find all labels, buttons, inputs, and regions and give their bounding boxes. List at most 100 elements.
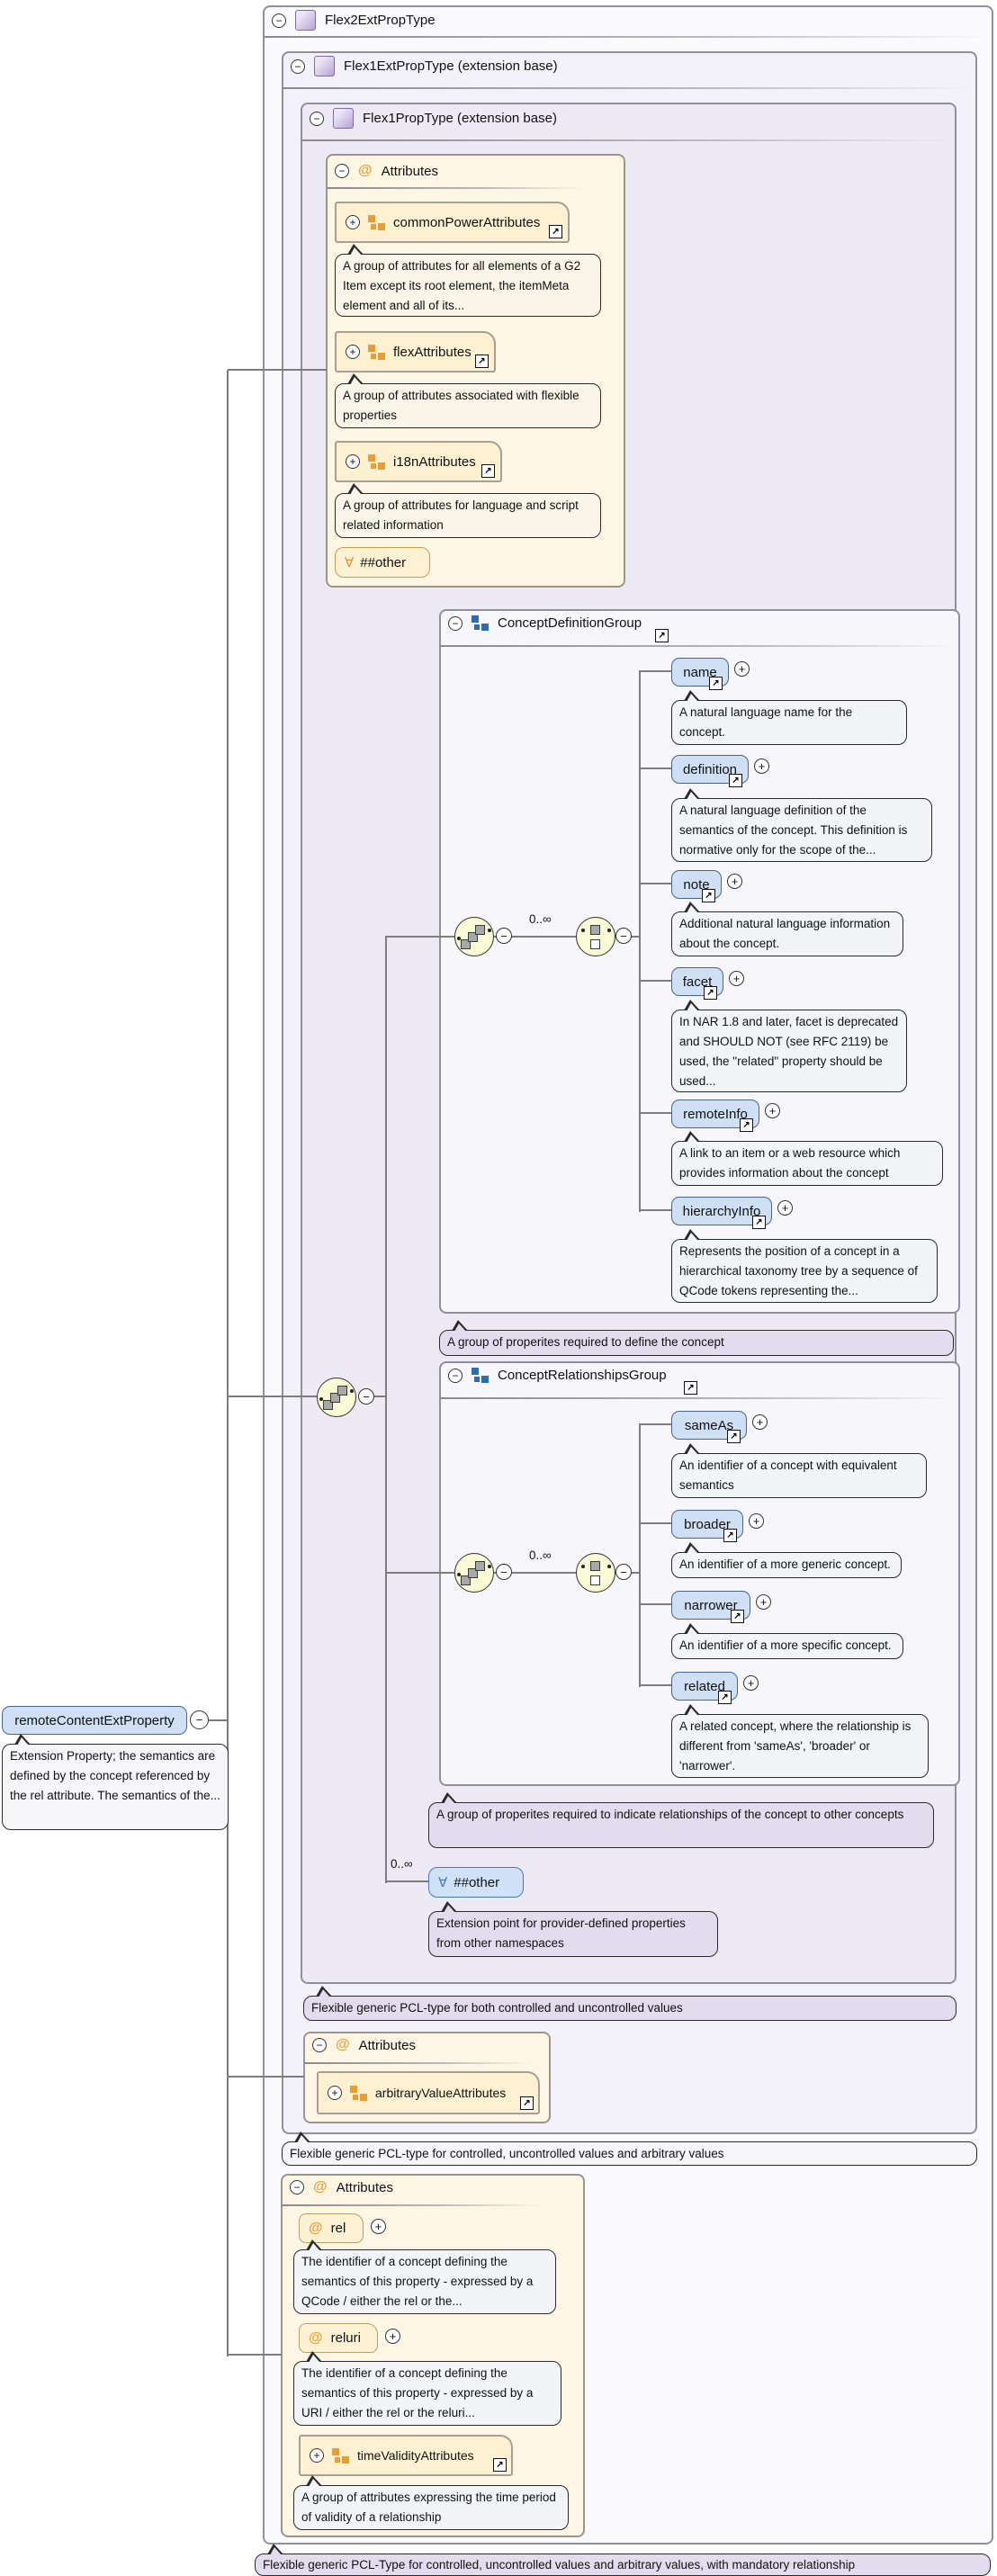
attribute-at-icon: @ <box>336 2037 350 2053</box>
annotation-callout: Extension point for provider-defined pro… <box>428 1911 718 1957</box>
open-reference-link-icon[interactable]: ↗ <box>493 2458 507 2472</box>
collapse-icon[interactable]: − <box>190 1710 209 1729</box>
open-reference-link-icon[interactable]: ↗ <box>702 889 715 902</box>
sequence-compositor-icon[interactable] <box>454 1553 494 1593</box>
open-reference-link-icon[interactable]: ↗ <box>731 1610 744 1623</box>
attribute-group-label: flexAttributes <box>393 345 472 360</box>
expand-icon[interactable]: + <box>371 2219 386 2234</box>
expand-icon[interactable]: + <box>749 1513 764 1529</box>
expand-icon[interactable]: + <box>729 971 744 986</box>
expand-icon[interactable]: + <box>310 2448 324 2463</box>
expand-icon[interactable]: + <box>734 661 750 677</box>
complextype-icon <box>314 56 335 76</box>
expand-icon[interactable]: + <box>756 1594 771 1610</box>
expand-icon[interactable]: + <box>754 758 769 774</box>
collapse-icon[interactable]: − <box>290 2180 304 2195</box>
element-label: sameAs <box>685 1418 733 1433</box>
schema-diagram-canvas: − Flex2ExtPropType − Flex1ExtPropType (e… <box>0 0 997 2576</box>
type-annotation-bar: Flexible generic PCL-type for both contr… <box>303 1996 957 2021</box>
flex1extproptype-title: Flex1ExtPropType (extension base) <box>344 58 558 74</box>
attribute-label: rel <box>331 2221 346 2236</box>
attribute-reluri[interactable]: @ reluri <box>299 2323 378 2353</box>
expand-icon[interactable]: + <box>777 1200 793 1216</box>
collapse-icon[interactable]: − <box>448 1369 463 1383</box>
element-label: narrower <box>684 1598 737 1613</box>
expand-icon[interactable]: + <box>346 215 360 229</box>
collapse-icon[interactable]: − <box>615 1564 632 1580</box>
open-reference-link-icon[interactable]: ↗ <box>655 629 669 642</box>
collapse-icon[interactable]: − <box>615 928 632 944</box>
open-reference-link-icon[interactable]: ↗ <box>709 677 723 690</box>
type-annotation-bar: Flexible generic PCL-type for controlled… <box>282 2141 977 2166</box>
connector-line <box>228 1396 318 1397</box>
attribute-wildcard-other[interactable]: ∀ ##other <box>335 547 430 578</box>
model-group-icon <box>472 615 489 631</box>
expand-icon[interactable]: + <box>346 454 360 469</box>
open-reference-link-icon[interactable]: ↗ <box>727 1430 741 1443</box>
expand-icon[interactable]: + <box>752 1414 768 1430</box>
annotation-callout: A group of attributes for language and s… <box>335 493 601 538</box>
connector-line <box>385 1880 429 1882</box>
annotation-callout: A group of attributes expressing the tim… <box>293 2485 569 2530</box>
collapse-icon[interactable]: − <box>312 2038 327 2052</box>
collapse-icon[interactable]: − <box>291 59 305 74</box>
annotation-callout: An identifier of a more generic concept. <box>671 1552 902 1578</box>
connector-line <box>639 1424 641 1687</box>
annotation-callout: A natural language definition of the sem… <box>671 798 932 862</box>
collapse-icon[interactable]: − <box>358 1388 374 1405</box>
annotation-callout: The identifier of a concept defining the… <box>293 2249 556 2314</box>
open-reference-link-icon[interactable]: ↗ <box>704 986 717 1000</box>
attribute-at-icon: @ <box>309 2221 323 2237</box>
open-reference-link-icon[interactable]: ↗ <box>475 355 489 368</box>
open-reference-link-icon[interactable]: ↗ <box>718 1691 732 1704</box>
expand-icon[interactable]: + <box>328 2086 342 2100</box>
expand-icon[interactable]: + <box>346 345 360 359</box>
expand-icon[interactable]: + <box>765 1103 780 1118</box>
open-reference-link-icon[interactable]: ↗ <box>684 1381 697 1395</box>
connector-line <box>639 980 672 982</box>
collapse-icon[interactable]: − <box>310 112 324 126</box>
choice-compositor-icon[interactable] <box>576 1553 615 1593</box>
element-remotecontentextproperty[interactable]: remoteContentExtProperty <box>2 1706 187 1735</box>
attribute-group-arbitraryvalueattributes[interactable]: + arbitraryValueAttributes ↗ <box>317 2071 540 2114</box>
element-wildcard-other[interactable]: ∀ ##other <box>428 1867 524 1898</box>
type-annotation-bar: Flexible generic PCL-Type for controlled… <box>255 2554 991 2576</box>
collapse-icon[interactable]: − <box>335 164 349 178</box>
open-reference-link-icon[interactable]: ↗ <box>549 225 562 238</box>
attribute-group-label: arbitraryValueAttributes <box>375 2086 506 2100</box>
collapse-icon[interactable]: − <box>496 928 512 944</box>
annotation-callout: A link to an item or a web resource whic… <box>671 1141 943 1186</box>
collapse-icon[interactable]: − <box>448 616 463 631</box>
open-reference-link-icon[interactable]: ↗ <box>520 2096 534 2110</box>
open-reference-link-icon[interactable]: ↗ <box>729 774 742 787</box>
open-reference-link-icon[interactable]: ↗ <box>723 1529 737 1542</box>
annotation-callout: Additional natural language information … <box>671 911 903 956</box>
expand-icon[interactable]: + <box>743 1675 759 1691</box>
expand-icon[interactable]: + <box>727 874 742 889</box>
open-reference-link-icon[interactable]: ↗ <box>740 1118 753 1132</box>
attribute-group-timevalidityattributes[interactable]: + timeValidityAttributes ↗ <box>299 2435 513 2476</box>
any-attribute-icon: ∀ <box>345 554 354 570</box>
annotation-callout: A natural language name for the concept. <box>671 700 907 745</box>
collapse-icon[interactable]: − <box>496 1564 512 1580</box>
attributes-header: − @ Attributes <box>290 2179 393 2195</box>
wildcard-label: ##other <box>360 555 406 570</box>
choice-compositor-icon[interactable] <box>576 917 615 956</box>
sequence-compositor-icon[interactable] <box>454 917 494 956</box>
open-reference-link-icon[interactable]: ↗ <box>481 464 495 478</box>
annotation-callout: Extension Property; the semantics are de… <box>2 1744 229 1830</box>
attribute-group-label: commonPowerAttributes <box>393 215 540 230</box>
annotation-callout: The identifier of a concept defining the… <box>293 2361 561 2426</box>
connector-line <box>639 1423 672 1425</box>
attribute-group-commonpowerattributes[interactable]: + commonPowerAttributes ↗ <box>335 202 570 243</box>
open-reference-link-icon[interactable]: ↗ <box>752 1216 766 1229</box>
attribute-group-i18nattributes[interactable]: + i18nAttributes ↗ <box>335 441 502 482</box>
expand-icon[interactable]: + <box>385 2329 400 2344</box>
conceptrelationshipsgroup-title: ConceptRelationshipsGroup <box>498 1368 667 1383</box>
sequence-compositor-icon[interactable] <box>317 1378 356 1417</box>
annotation-callout: A group of attributes associated with fl… <box>335 383 601 428</box>
attribute-group-flexattributes[interactable]: + flexAttributes ↗ <box>335 331 496 372</box>
element-label: hierarchyInfo <box>683 1204 761 1219</box>
collapse-icon[interactable]: − <box>272 13 286 28</box>
annotation-callout: An identifier of a more specific concept… <box>671 1633 903 1659</box>
